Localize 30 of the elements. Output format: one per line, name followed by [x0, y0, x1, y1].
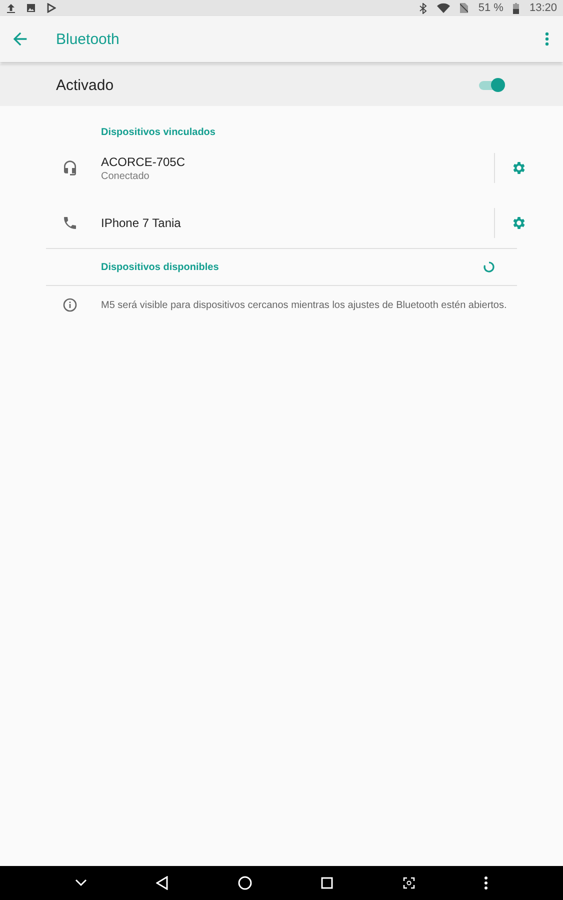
recents-button[interactable] — [321, 877, 334, 889]
info-icon — [62, 297, 78, 313]
section-header: Dispositivos vinculados — [100, 126, 216, 138]
play-store-icon — [46, 3, 56, 13]
more-options-button[interactable] — [545, 32, 549, 46]
battery-icon — [513, 2, 520, 14]
bluetooth-toggle-label: Activado — [56, 76, 115, 94]
battery-percent: 51 % — [478, 2, 504, 14]
settings-button[interactable] — [511, 160, 527, 176]
section-header: Dispositivos disponibles — [101, 262, 220, 272]
screenshot-button[interactable] — [402, 877, 415, 889]
visibility-note: M5 será visible para dispositivos cercanos mientras los ajustes de Bluetooth estén abiertos. — [101, 300, 507, 310]
home-button[interactable] — [238, 876, 252, 890]
no-sim-icon — [460, 3, 468, 13]
screen-title: Bluetooth — [56, 30, 120, 48]
upload-icon — [6, 3, 16, 13]
collapse-button[interactable] — [74, 879, 87, 887]
device-name[interactable]: ACORCE-705C — [101, 154, 494, 168]
phone-icon — [62, 215, 78, 231]
wifi-icon — [437, 3, 450, 13]
device-status: Conectado — [101, 170, 150, 182]
bluetooth-icon — [419, 2, 428, 14]
headset-icon — [62, 160, 78, 176]
bluetooth-switch[interactable] — [479, 76, 505, 94]
more-button[interactable] — [484, 876, 488, 890]
back-nav-button[interactable] — [156, 876, 168, 890]
clock: 13:20 — [529, 2, 557, 14]
settings-button[interactable] — [511, 215, 527, 231]
device-name[interactable]: IPhone 7 Tania — [101, 216, 494, 230]
image-icon — [26, 3, 36, 13]
